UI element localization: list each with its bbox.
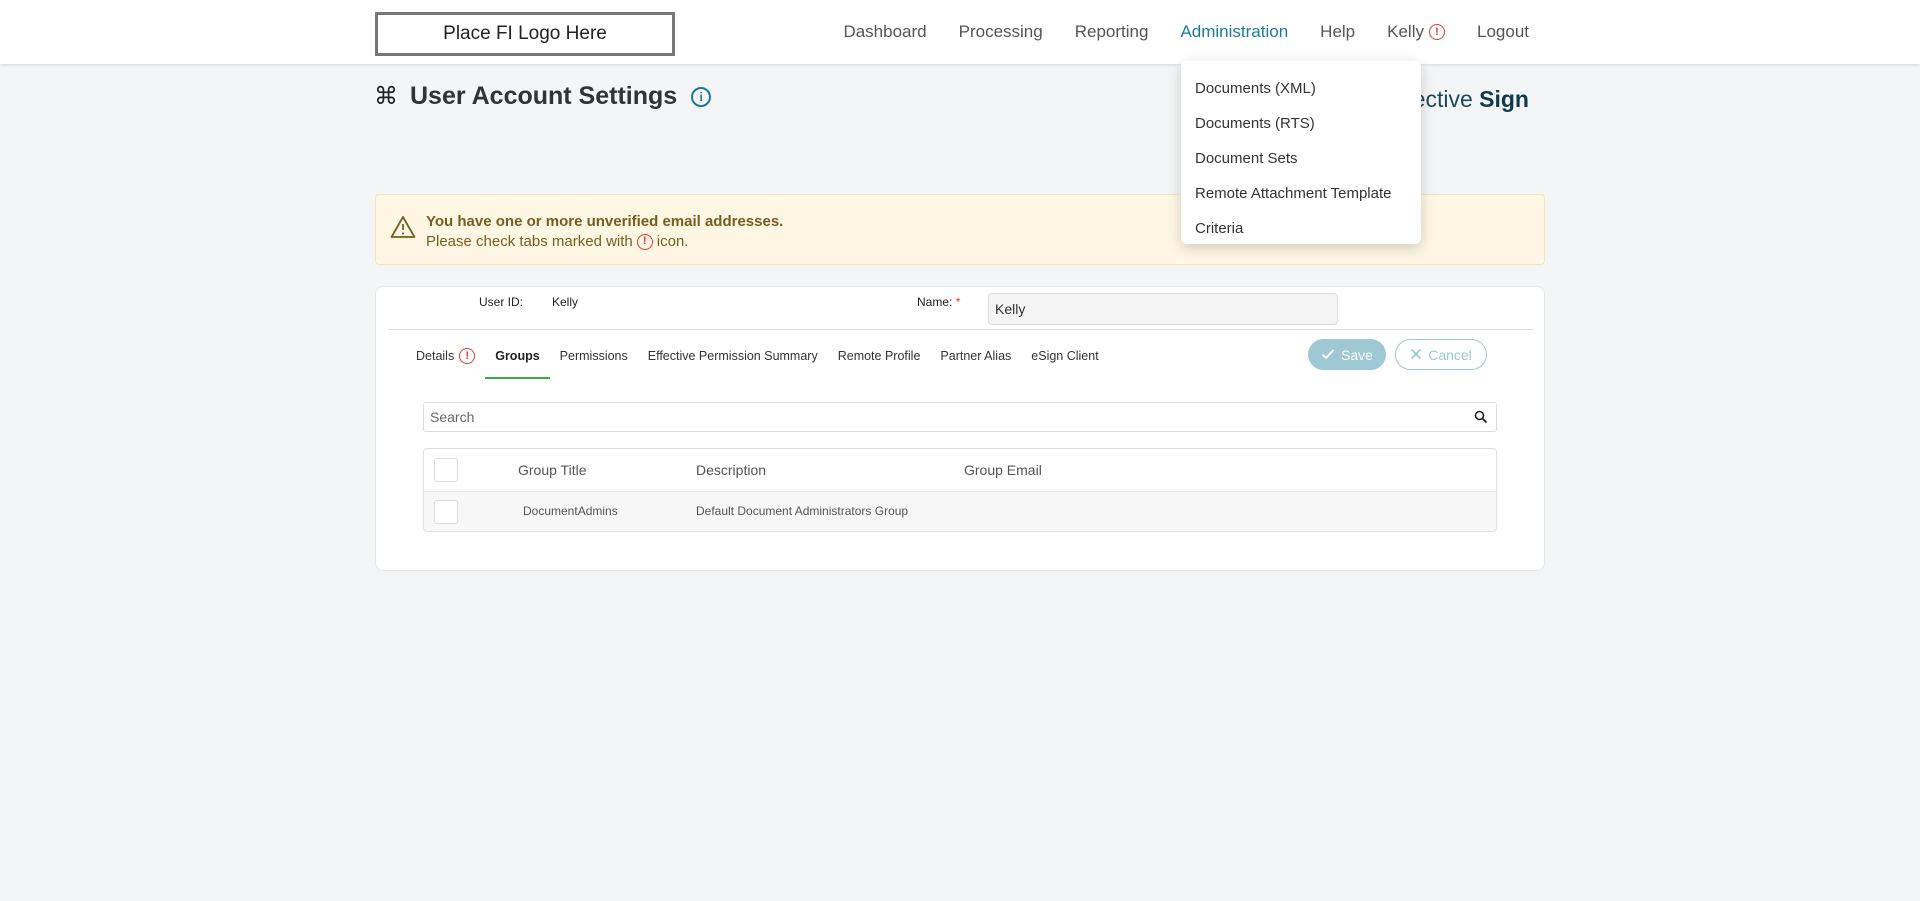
alert-icon: !: [636, 233, 653, 250]
user-id-value: Kelly: [552, 295, 579, 309]
row-checkbox[interactable]: [434, 500, 458, 524]
cancel-label: Cancel: [1428, 346, 1472, 363]
tab-permissions[interactable]: Permissions: [550, 341, 638, 371]
nav-administration[interactable]: Administration: [1180, 22, 1288, 42]
alert-icon: !: [459, 348, 476, 364]
save-button[interactable]: Save: [1308, 339, 1386, 370]
tab-esign-client[interactable]: eSign Client: [1021, 341, 1108, 371]
top-navigation-bar: Place FI Logo Here Dashboard Processing …: [0, 0, 1920, 64]
tab-effective-permission-summary[interactable]: Effective Permission Summary: [638, 341, 828, 371]
cell-description: Default Document Administrators Group: [696, 504, 909, 518]
save-label: Save: [1341, 346, 1373, 363]
settings-tabs: Details ! Groups Permissions Effective P…: [406, 341, 1109, 379]
alert-icon: !: [1429, 24, 1445, 40]
brand-light-text: ective: [1412, 86, 1480, 112]
column-header-group-email[interactable]: Group Email: [964, 462, 1042, 478]
table-header-row: Group Title Description Group Email: [424, 449, 1496, 492]
info-icon[interactable]: i: [691, 86, 712, 107]
column-header-description[interactable]: Description: [696, 462, 766, 478]
cancel-button[interactable]: Cancel: [1395, 339, 1487, 370]
tab-details[interactable]: Details !: [406, 341, 485, 371]
menu-item-documents-xml[interactable]: Documents (XML): [1181, 71, 1421, 106]
table-row[interactable]: DocumentAdmins Default Document Administ…: [424, 492, 1496, 531]
name-label-text: Name:: [917, 295, 953, 309]
close-icon: [1410, 347, 1422, 363]
nav-help[interactable]: Help: [1320, 22, 1355, 42]
select-all-checkbox[interactable]: [434, 458, 458, 482]
user-id-label: User ID:: [479, 295, 524, 309]
required-mark: *: [955, 295, 961, 309]
menu-item-document-sets[interactable]: Document Sets: [1181, 141, 1421, 176]
nav-logout[interactable]: Logout: [1477, 22, 1529, 42]
brand-logo: ective Sign: [1413, 86, 1529, 113]
brand-bold-text: Sign: [1479, 86, 1529, 112]
banner-message: Please check tabs marked with ! icon.: [426, 233, 688, 250]
menu-item-documents-rts[interactable]: Documents (RTS): [1181, 106, 1421, 141]
tab-partner-alias[interactable]: Partner Alias: [930, 341, 1021, 371]
page-title: User Account Settings: [410, 82, 678, 110]
menu-item-remote-attachment-template[interactable]: Remote Attachment Template: [1181, 176, 1421, 211]
tab-remote-profile[interactable]: Remote Profile: [828, 341, 931, 371]
administration-dropdown: Documents (XML) Documents (RTS) Document…: [1181, 61, 1421, 244]
name-field[interactable]: [988, 293, 1338, 325]
main-nav: Dashboard Processing Reporting Administr…: [843, 0, 1529, 64]
logo-placeholder[interactable]: Place FI Logo Here: [375, 12, 675, 56]
groups-table: Group Title Description Group Email Docu…: [423, 448, 1497, 532]
tab-groups[interactable]: Groups: [485, 341, 551, 379]
divider: [388, 329, 1533, 330]
nav-processing[interactable]: Processing: [959, 22, 1043, 42]
banner-text-after: icon.: [656, 233, 689, 250]
nav-user-menu[interactable]: Kelly !: [1387, 22, 1445, 42]
column-header-group-title[interactable]: Group Title: [518, 462, 586, 478]
user-settings-card: User ID: Kelly Name: * Details ! Groups …: [375, 286, 1545, 571]
banner-text-before: Please check tabs marked with: [426, 233, 633, 250]
name-label: Name: *: [917, 295, 960, 309]
command-key-icon: ⌘: [374, 83, 398, 110]
search-icon[interactable]: [1474, 410, 1488, 429]
check-icon: [1321, 347, 1335, 363]
nav-dashboard[interactable]: Dashboard: [843, 22, 926, 42]
search-box: [423, 402, 1497, 432]
warning-triangle-icon: [390, 215, 416, 244]
nav-user-label: Kelly: [1387, 22, 1424, 41]
cell-group-title: DocumentAdmins: [523, 504, 618, 518]
search-input[interactable]: [424, 403, 1464, 431]
banner-title: You have one or more unverified email ad…: [426, 213, 784, 230]
tab-details-label: Details: [416, 349, 455, 363]
menu-item-criteria[interactable]: Criteria: [1181, 211, 1421, 246]
page-header: ⌘ User Account Settings i: [374, 82, 712, 111]
nav-reporting[interactable]: Reporting: [1075, 22, 1149, 42]
